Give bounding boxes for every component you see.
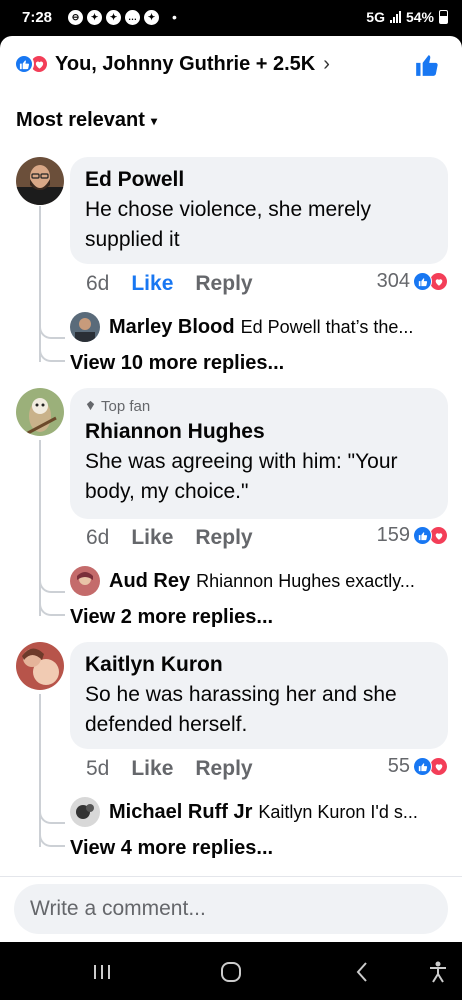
top-fan-icon <box>85 398 96 415</box>
reply-button[interactable]: Reply <box>195 272 252 296</box>
messenger-icon: ✦ <box>87 10 102 25</box>
network-label: 5G <box>366 9 385 25</box>
more-notifications-dot: • <box>172 9 177 25</box>
like-reaction-icon <box>413 757 432 776</box>
reply-preview[interactable]: Aud Rey Rhiannon Hughes exactly... <box>70 565 448 597</box>
like-button[interactable]: Like <box>131 272 173 296</box>
view-more-replies[interactable]: View 4 more replies... <box>70 837 273 860</box>
chevron-down-icon: ▾ <box>150 113 157 128</box>
avatar[interactable] <box>16 388 64 436</box>
reply-author: Marley Blood <box>109 315 235 338</box>
top-fan-badge: Top fan <box>85 398 434 415</box>
reply-avatar <box>70 312 100 342</box>
comment-age: 5d <box>86 757 110 780</box>
comment-age: 6d <box>86 526 110 549</box>
comment-text: He chose violence, she merely supplied i… <box>85 198 371 251</box>
reaction-count[interactable]: 304 <box>377 270 448 293</box>
reactions-text: You, Johnny Guthrie + 2.5K <box>55 52 316 75</box>
thread-line <box>39 440 41 594</box>
accessibility-icon[interactable] <box>426 960 450 984</box>
thread-connector <box>39 325 65 339</box>
reaction-count-value: 304 <box>376 270 410 292</box>
reply-preview[interactable]: Marley Blood Ed Powell that’s the... <box>70 311 448 343</box>
comment-bubble[interactable]: Ed Powell He chose violence, she merely … <box>70 157 448 264</box>
view-more-replies[interactable]: View 2 more replies... <box>70 606 273 629</box>
status-bar: 7:28 ⊖ ✦ ✦ … ✦ • 5G 54% <box>0 0 462 36</box>
thread-connector <box>39 348 65 362</box>
thumbs-up-icon[interactable] <box>414 52 440 78</box>
comments-sheet: You, Johnny Guthrie + 2.5K › Most releva… <box>0 36 462 942</box>
battery-percent: 54% <box>405 9 434 25</box>
comment-text: So he was harassing her and she defended… <box>85 683 397 736</box>
view-more-replies[interactable]: View 10 more replies... <box>70 352 284 375</box>
comment-author[interactable]: Kaitlyn Kuron <box>85 652 434 678</box>
composer-divider <box>0 876 462 877</box>
reaction-count[interactable]: 55 <box>388 755 448 778</box>
comment-actions: 6d Like Reply <box>86 526 253 550</box>
thread-connector <box>39 810 65 824</box>
like-button[interactable]: Like <box>131 526 173 550</box>
sort-dropdown[interactable]: Most relevant ▾ <box>16 109 157 132</box>
reply-author: Aud Rey <box>109 569 191 592</box>
avatar[interactable] <box>16 157 64 205</box>
thread-connector <box>39 602 65 616</box>
comment-author[interactable]: Rhiannon Hughes <box>85 419 434 445</box>
comment-author[interactable]: Ed Powell <box>85 167 434 193</box>
signal-icon <box>389 11 401 23</box>
reply-button[interactable]: Reply <box>195 526 252 550</box>
chevron-right-icon: › <box>323 52 330 75</box>
comment-age: 6d <box>86 272 110 295</box>
notification-icons: ⊖ ✦ ✦ … ✦ <box>68 10 159 25</box>
avatar[interactable] <box>16 642 64 690</box>
thread-connector <box>39 833 65 847</box>
reaction-count[interactable]: 159 <box>377 524 448 547</box>
messenger-icon: ✦ <box>106 10 121 25</box>
comment-actions: 6d Like Reply <box>86 272 253 296</box>
reaction-count-value: 159 <box>376 524 410 546</box>
comment-actions: 5d Like Reply <box>86 757 253 781</box>
like-button[interactable]: Like <box>131 757 173 781</box>
reply-button[interactable]: Reply <box>195 757 252 781</box>
reactions-summary[interactable]: You, Johnny Guthrie + 2.5K › <box>14 50 448 78</box>
chat-icon: … <box>125 10 140 25</box>
reply-author: Michael Ruff Jr <box>109 800 253 823</box>
battery-icon <box>439 10 448 24</box>
comment-bubble[interactable]: Kaitlyn Kuron So he was harassing her an… <box>70 642 448 749</box>
like-reaction-icon <box>14 54 34 74</box>
top-fan-label: Top fan <box>101 398 151 415</box>
recents-icon[interactable] <box>90 960 114 984</box>
sort-label: Most relevant <box>16 109 145 131</box>
like-reaction-icon <box>413 526 432 545</box>
home-icon[interactable] <box>219 960 243 984</box>
reply-snippet: Kaitlyn Kuron I'd s... <box>258 801 418 822</box>
thread-line <box>39 694 41 825</box>
reply-snippet: Ed Powell that’s the... <box>240 316 414 337</box>
reply-avatar <box>70 566 100 596</box>
messenger-icon: ✦ <box>144 10 159 25</box>
comment-bubble[interactable]: Top fan Rhiannon Hughes She was agreeing… <box>70 388 448 519</box>
comment-composer[interactable] <box>14 884 448 934</box>
comment-text: She was agreeing with him: "Your body, m… <box>85 450 398 503</box>
status-time: 7:28 <box>22 9 53 26</box>
notification-icon: ⊖ <box>68 10 83 25</box>
comment-input[interactable] <box>30 897 432 921</box>
system-nav-bar <box>0 942 462 1000</box>
reply-snippet: Rhiannon Hughes exactly... <box>196 570 415 591</box>
reaction-icons <box>14 54 49 74</box>
reaction-count-value: 55 <box>387 755 410 777</box>
reply-preview[interactable]: Michael Ruff Jr Kaitlyn Kuron I'd s... <box>70 796 448 828</box>
reply-avatar <box>70 797 100 827</box>
like-reaction-icon <box>413 272 432 291</box>
back-icon[interactable] <box>350 960 374 984</box>
thread-connector <box>39 579 65 593</box>
thread-line <box>39 206 41 340</box>
status-right: 5G 54% <box>366 9 448 25</box>
